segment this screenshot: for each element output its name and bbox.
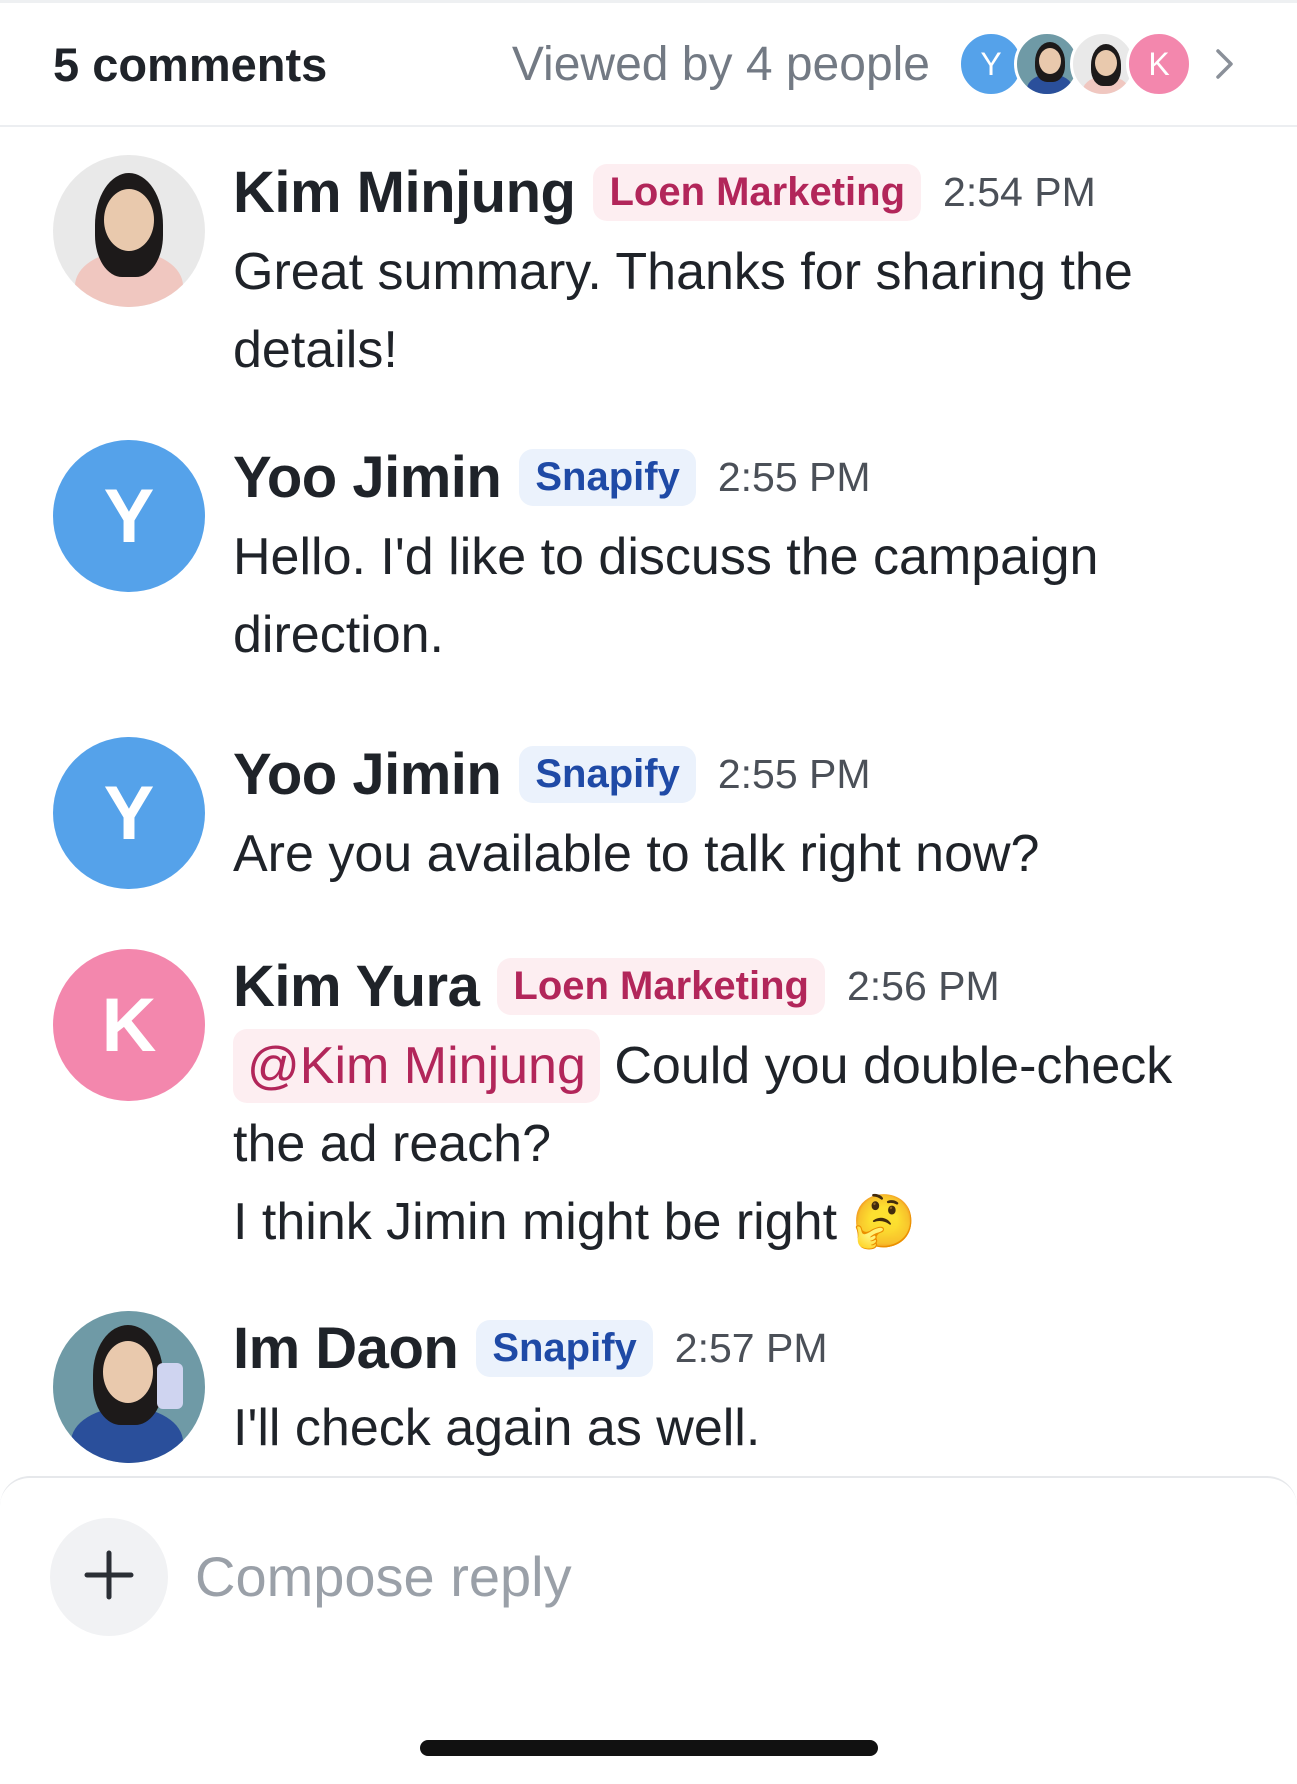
author-name[interactable]: Yoo Jimin: [233, 741, 502, 808]
avatar[interactable]: Y: [53, 440, 205, 592]
comment-text-line: I think Jimin might be right 🤔: [233, 1193, 917, 1251]
timestamp: 2:55 PM: [717, 750, 871, 797]
avatar[interactable]: [53, 1311, 205, 1463]
author-name[interactable]: Im Daon: [233, 1315, 459, 1382]
org-badge: Snapify: [476, 1319, 653, 1377]
timestamp: 2:56 PM: [846, 962, 1000, 1009]
viewer-avatar: K: [1126, 31, 1192, 97]
comment-text: Great summary. Thanks for sharing the de…: [233, 243, 1133, 379]
plus-icon: [81, 1547, 137, 1608]
comment-content: Yoo Jimin Snapify 2:55 PM Hello. I'd lik…: [233, 440, 1243, 674]
avatar[interactable]: K: [53, 949, 205, 1101]
comment-text: @Kim Minjung Could you double-check the …: [233, 1027, 1243, 1261]
author-name[interactable]: Kim Yura: [233, 953, 480, 1020]
viewer-avatars: Y K: [958, 31, 1192, 97]
comment-count: 5 comments: [53, 37, 328, 91]
add-attachment-button[interactable]: [50, 1518, 168, 1636]
org-badge: Snapify: [519, 745, 696, 803]
viewed-by-button[interactable]: Viewed by 4 people Y K: [512, 31, 1244, 97]
comment-content: Yoo Jimin Snapify 2:55 PM Are you availa…: [233, 737, 1243, 893]
comment-content: Kim Yura Loen Marketing 2:56 PM @Kim Min…: [233, 949, 1243, 1261]
comment-text: Are you available to talk right now?: [233, 825, 1040, 883]
avatar[interactable]: Y: [53, 737, 205, 889]
viewed-by-label: Viewed by 4 people: [511, 37, 930, 91]
timestamp: 2:54 PM: [943, 168, 1096, 215]
org-badge: Loen Marketing: [593, 163, 922, 221]
author-name[interactable]: Yoo Jimin: [233, 444, 502, 511]
reply-composer: [0, 1476, 1297, 1784]
mention-tag[interactable]: @Kim Minjung: [233, 1029, 600, 1103]
org-badge: Loen Marketing: [497, 957, 825, 1015]
reply-input[interactable]: [195, 1526, 1245, 1626]
org-badge: Snapify: [519, 448, 696, 506]
comment-content: Kim Minjung Loen Marketing 2:54 PM Great…: [233, 155, 1243, 389]
home-indicator: [420, 1740, 878, 1756]
comment-content: Im Daon Snapify 2:57 PM I'll check again…: [233, 1311, 1243, 1467]
chevron-right-icon: [1214, 49, 1244, 79]
timestamp: 2:55 PM: [717, 453, 871, 500]
comment-text: I'll check again as well.: [233, 1399, 761, 1457]
timestamp: 2:57 PM: [674, 1324, 828, 1371]
avatar[interactable]: [53, 155, 205, 307]
comment-text: Hello. I'd like to discuss the campaign …: [233, 528, 1099, 664]
author-name[interactable]: Kim Minjung: [233, 159, 576, 226]
comments-header: 5 comments Viewed by 4 people Y K: [0, 0, 1297, 127]
